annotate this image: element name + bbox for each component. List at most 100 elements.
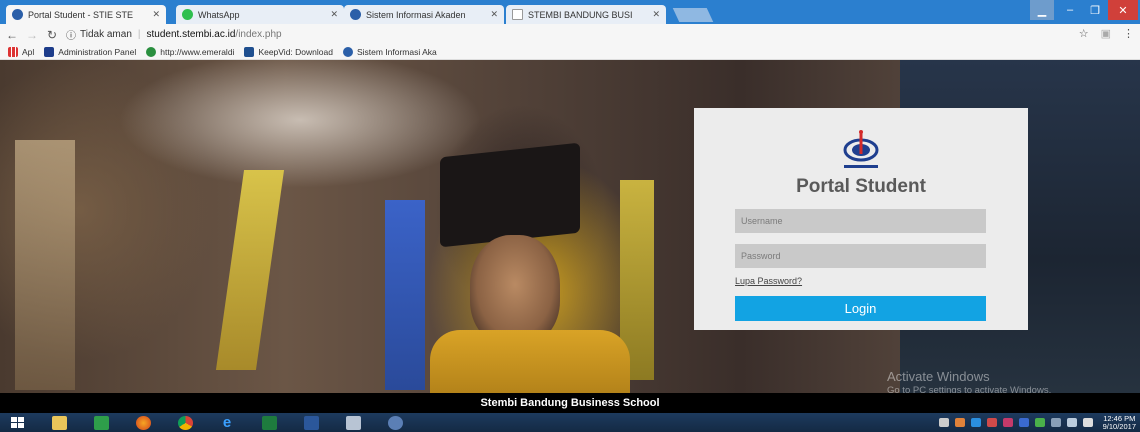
stembi-favicon-icon (350, 9, 361, 20)
bookmark-label: Administration Panel (58, 47, 137, 57)
taskbar-firefox[interactable] (126, 414, 160, 431)
toolbar-actions: ☆ ▣ ⋮ (1079, 27, 1134, 40)
graduation-cap (440, 142, 580, 248)
address-bar[interactable]: ⓘ Tidak aman | student.stembi.ac.id /ind… (66, 27, 282, 42)
close-window-icon[interactable]: ✕ (1108, 0, 1138, 20)
taskbar-clock[interactable]: 12:46 PM 9/10/2017 (1102, 414, 1136, 431)
tray-app-icon[interactable] (954, 418, 965, 427)
network-signal-icon[interactable] (1066, 418, 1077, 427)
tab-portal-student[interactable]: Portal Student - STIE STE ✕ (6, 5, 166, 24)
tab-title: Portal Student - STIE STE (28, 9, 134, 20)
taskbar-file-explorer[interactable] (42, 414, 76, 431)
reload-icon[interactable]: ↻ (44, 28, 60, 42)
word-icon (303, 415, 319, 430)
password-input[interactable] (735, 244, 986, 268)
tab-whatsapp[interactable]: WhatsApp ✕ (176, 5, 344, 24)
close-tab-icon[interactable]: ✕ (152, 9, 160, 20)
windows-logo-icon (10, 417, 24, 428)
url-host: student.stembi.ac.id (146, 29, 236, 40)
taskbar-paint[interactable] (336, 414, 370, 431)
keepvid-icon (244, 47, 255, 57)
tab-sistem-informasi[interactable]: Sistem Informasi Akaden ✕ (344, 5, 504, 24)
portal-title: Portal Student (796, 176, 926, 197)
internet-explorer-icon: e (222, 413, 232, 431)
taskbar-word[interactable] (294, 414, 328, 431)
login-card: Portal Student Lupa Password? Login (694, 108, 1028, 330)
excel-icon (261, 415, 277, 430)
tray-app-icon[interactable] (970, 418, 981, 427)
watermark-subtitle: Go to PC settings to activate Windows. (887, 385, 1052, 393)
start-button[interactable] (0, 414, 34, 431)
bookmark-label: Sistem Informasi Aka (356, 47, 437, 57)
login-button[interactable]: Login (735, 296, 986, 321)
bookmark-star-icon[interactable]: ☆ (1079, 27, 1089, 40)
taskbar-excel[interactable] (252, 414, 286, 431)
separator: | (137, 29, 141, 40)
graduate-gown (430, 330, 630, 393)
screen: Portal Student - STIE STE ✕ WhatsApp ✕ S… (0, 0, 1140, 432)
network-app-icon (387, 415, 403, 430)
bookmark-label: http://www.emeraldi (160, 47, 235, 57)
tray-app-icon[interactable] (1034, 418, 1045, 427)
store-icon (93, 415, 109, 430)
stembi-favicon-icon (12, 9, 23, 20)
bookmark-sistem-informasi[interactable]: Sistem Informasi Aka (342, 47, 437, 57)
tab-title: WhatsApp (198, 9, 240, 20)
bluetooth-icon[interactable] (1018, 418, 1029, 427)
notification-icon[interactable] (1082, 418, 1093, 427)
forward-icon[interactable]: → (24, 28, 40, 42)
graduate-face (470, 235, 560, 345)
firefox-icon (135, 415, 151, 430)
clock-date: 9/10/2017 (1102, 421, 1136, 431)
admin-panel-icon (44, 47, 55, 57)
watermark-title: Activate Windows (887, 369, 990, 384)
close-tab-icon[interactable]: ✕ (652, 9, 660, 20)
taskbar-internet-explorer[interactable]: e (210, 414, 244, 431)
whatsapp-icon (182, 9, 193, 20)
new-tab-button[interactable] (672, 8, 714, 22)
tab-stembi-business[interactable]: STEMBI BANDUNG BUSI ✕ (506, 5, 666, 24)
close-tab-icon[interactable]: ✕ (330, 9, 338, 20)
site-footer: Stembi Bandung Business School (0, 393, 1140, 413)
browser-tab-bar: Portal Student - STIE STE ✕ WhatsApp ✕ S… (0, 0, 1140, 24)
browser-toolbar: ← → ↻ ⓘ Tidak aman | student.stembi.ac.i… (0, 24, 1140, 45)
page-background: Portal Student Lupa Password? Login Acti… (0, 60, 1140, 393)
left-banner (15, 140, 75, 390)
stembi-logo-icon (843, 130, 879, 168)
tray-app-icon[interactable] (1050, 418, 1061, 427)
bookmark-keepvid[interactable]: KeepVid: Download (244, 47, 333, 57)
bookmark-label: Apl (22, 47, 35, 57)
windows-taskbar: e 12:46 PM 9/10/2017 (0, 413, 1140, 432)
bookmark-admin-panel[interactable]: Administration Panel (44, 47, 136, 57)
taskbar-chrome[interactable] (168, 414, 202, 431)
tab-title: Sistem Informasi Akaden (366, 9, 466, 20)
tab-title: STEMBI BANDUNG BUSI (528, 9, 633, 20)
stembi-favicon-icon (342, 47, 353, 57)
extension-icon[interactable]: ▣ (1101, 27, 1111, 40)
restore-icon[interactable]: – (1058, 0, 1082, 20)
folder-icon (51, 415, 67, 430)
back-icon[interactable]: ← (4, 28, 20, 42)
blue-flag (385, 200, 425, 390)
activate-windows-watermark: Activate Windows Go to PC settings to ac… (887, 369, 1051, 393)
minimize-icon[interactable]: ▁ (1030, 0, 1054, 20)
footer-text: Stembi Bandung Business School (480, 397, 660, 409)
maximize-icon[interactable]: ❐ (1083, 0, 1107, 20)
forgot-password-link[interactable]: Lupa Password? (735, 276, 802, 286)
menu-icon[interactable]: ⋮ (1123, 27, 1134, 40)
chrome-icon (177, 415, 193, 430)
page-icon (512, 9, 523, 20)
url-path: /index.php (235, 29, 282, 40)
close-tab-icon[interactable]: ✕ (490, 9, 498, 20)
emerald-icon (146, 47, 157, 57)
tray-app-icon[interactable] (986, 418, 997, 427)
bookmark-apps[interactable]: Apl (8, 47, 34, 57)
taskbar-network-app[interactable] (378, 414, 412, 431)
username-input[interactable] (735, 209, 986, 233)
info-icon[interactable]: ⓘ (66, 27, 76, 42)
tray-app-icon[interactable] (1002, 418, 1013, 427)
volume-icon[interactable] (938, 418, 949, 427)
bookmark-emerald[interactable]: http://www.emeraldi (146, 47, 234, 57)
bookmarks-bar: Apl Administration Panel http://www.emer… (0, 45, 1140, 60)
taskbar-store[interactable] (84, 414, 118, 431)
